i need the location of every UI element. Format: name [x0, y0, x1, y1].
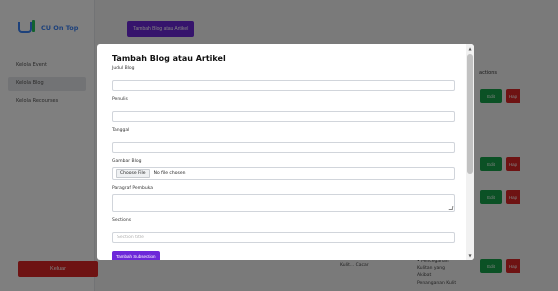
resize-grip-icon[interactable] [448, 206, 454, 210]
add-subsection-button[interactable]: Tambah Subsection [112, 251, 160, 260]
author-input[interactable] [112, 111, 455, 122]
scroll-down-icon[interactable]: ▼ [466, 251, 474, 260]
date-label: Tanggal [112, 128, 130, 133]
date-input[interactable] [112, 142, 455, 153]
image-label: Gambar Blog [112, 159, 142, 164]
choose-file-button[interactable]: Choose File [116, 169, 150, 178]
title-input[interactable] [112, 80, 455, 91]
title-label: Judul Blog [112, 66, 135, 71]
file-status-text: No file chosen [153, 171, 186, 176]
modal-body: Tambah Blog atau Artikel Judul Blog Penu… [97, 44, 466, 260]
scroll-thumb[interactable] [467, 54, 473, 174]
add-blog-modal: Tambah Blog atau Artikel Judul Blog Penu… [97, 44, 474, 260]
sections-label: Sections [112, 218, 132, 223]
image-file-input: Choose File No file chosen [112, 167, 455, 180]
section-title-input[interactable] [112, 232, 455, 243]
author-label: Penulis [112, 97, 128, 102]
intro-label: Paragraf Pembuka [112, 186, 154, 191]
modal-scrollbar[interactable]: ▲ ▼ [466, 44, 474, 260]
scroll-up-icon[interactable]: ▲ [466, 44, 474, 53]
intro-textarea[interactable] [112, 194, 455, 212]
modal-title: Tambah Blog atau Artikel [112, 54, 226, 63]
